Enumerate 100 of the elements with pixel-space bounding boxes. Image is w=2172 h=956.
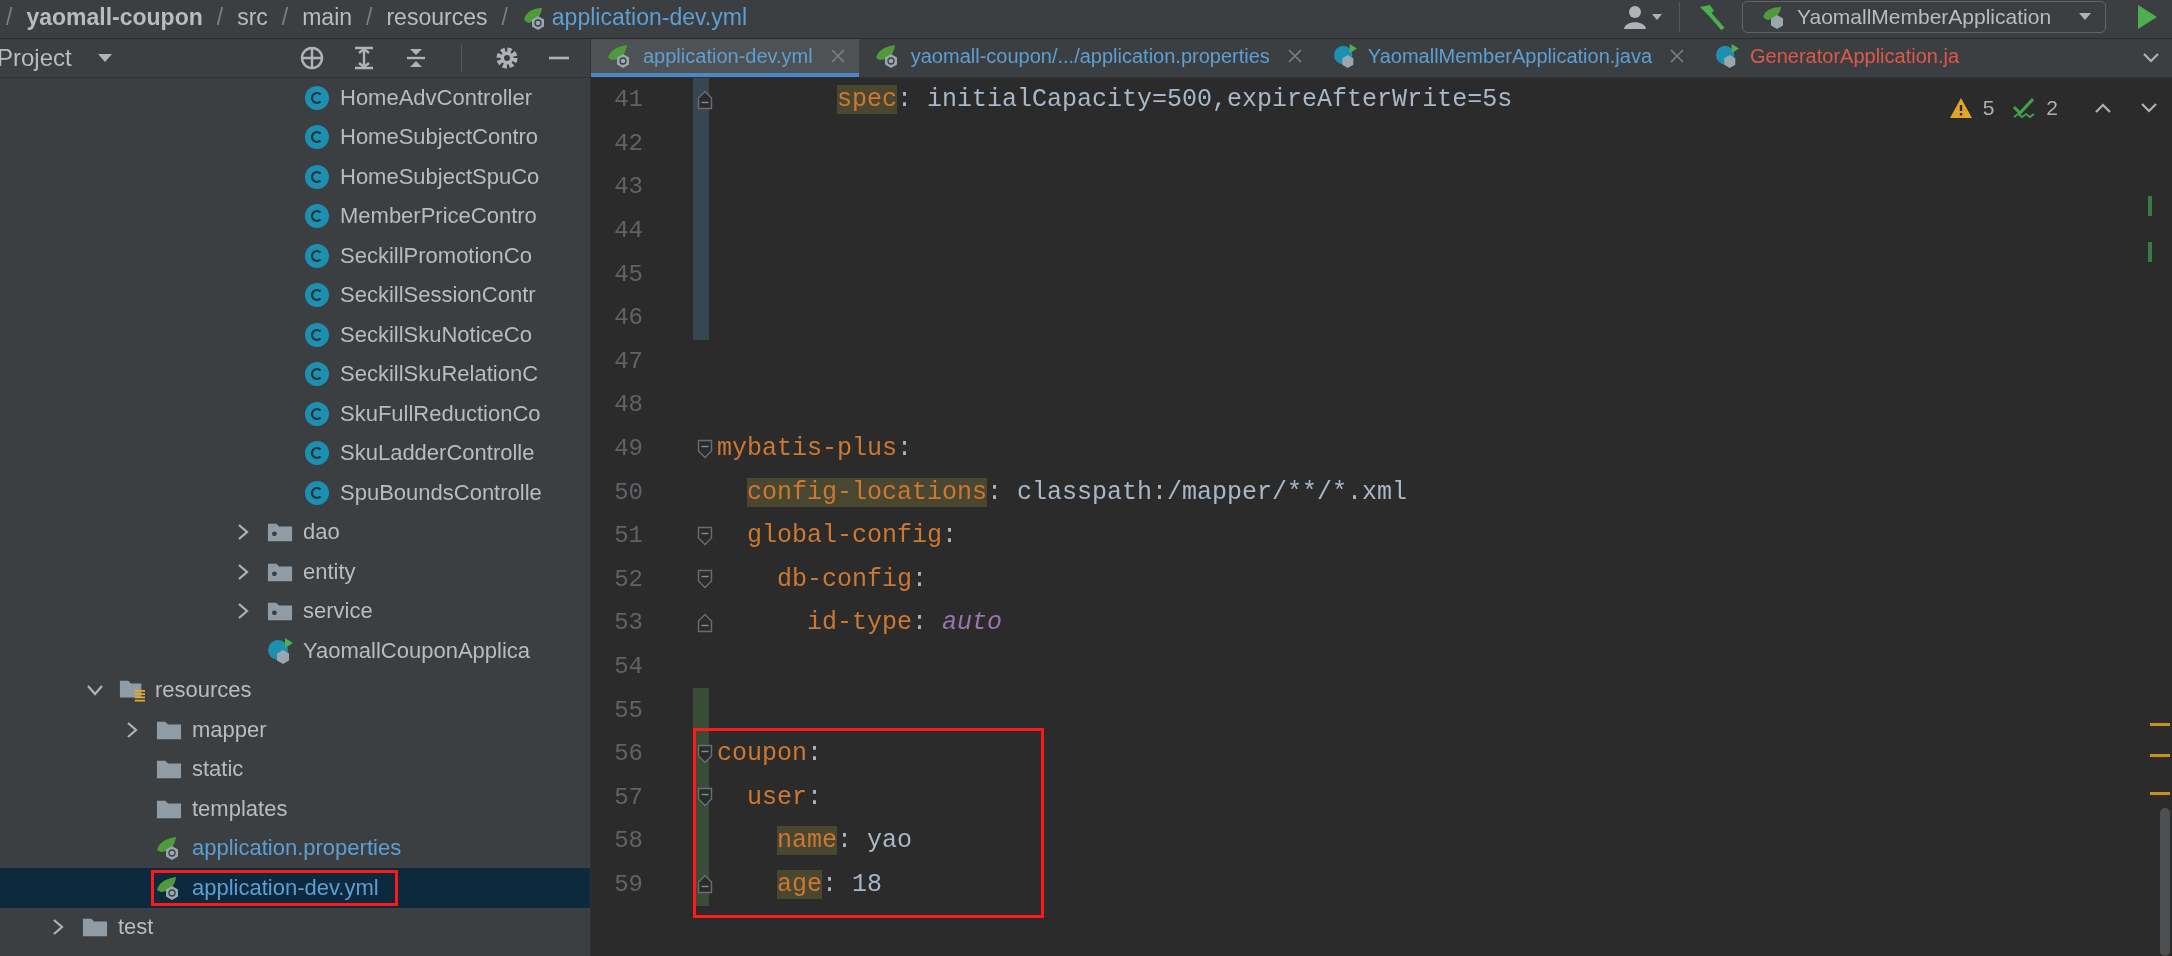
class-icon [304,321,330,348]
code-line: global-config: [747,521,958,551]
tree-item-label[interactable]: mapper [192,716,267,743]
line-number: 57 [613,783,643,811]
breadcrumb-item[interactable]: resources [386,4,488,31]
line-number: 56 [613,740,643,768]
tree-item-label[interactable]: SeckillSessionContr [340,282,536,309]
fold-marker-icon[interactable] [697,874,713,895]
code-line: user: [747,782,823,812]
close-icon[interactable] [1670,49,1685,63]
tree-item-label[interactable]: dao [303,519,340,546]
line-number: 58 [613,827,643,855]
user-icon[interactable] [1623,4,1663,30]
scroll-marker[interactable] [2150,723,2170,726]
tree-item-label[interactable]: HomeAdvController [340,84,532,111]
tree-item-label[interactable]: SkuFullReductionCo [340,400,541,427]
scroll-marker[interactable] [2148,196,2152,216]
caret-icon[interactable] [97,53,112,63]
tree-item-label[interactable]: YaomallCouponApplica [303,637,531,664]
tree-item-label[interactable]: entity [303,558,356,585]
scroll-marker[interactable] [2148,242,2152,262]
scrollbar-thumb[interactable] [2160,808,2170,956]
chevron-icon[interactable] [86,684,104,697]
chevron-down-icon[interactable] [2142,52,2160,64]
scroll-marker[interactable] [2150,754,2170,757]
run-configuration-dropdown[interactable]: YaomallMemberApplication [1742,1,2106,33]
close-icon[interactable] [1287,49,1302,63]
code-line: spec: initialCapacity=500,expireAfterWrite=5s [837,85,1513,115]
breadcrumb-item[interactable]: src [237,4,268,31]
tree-item-label[interactable]: test [118,914,154,941]
breadcrumb-separator: / [501,4,508,31]
tree-item-label[interactable]: static [192,756,244,783]
next-icon[interactable] [2140,102,2158,114]
breadcrumb-item[interactable]: application-dev.yml [551,4,747,31]
class-icon [304,242,330,269]
line-number: 54 [613,653,643,680]
breadcrumb-item[interactable]: yaomall-coupon [26,4,203,31]
spring-app-icon [267,637,293,664]
chevron-icon[interactable] [52,918,64,937]
class-icon [304,124,330,151]
check-icon[interactable] [2012,97,2037,119]
tree-item-label[interactable]: SeckillSkuNoticeCo [340,321,532,348]
tree-item-label[interactable]: application.properties [192,835,402,862]
check-count[interactable]: 2 [2046,96,2058,120]
editor-tab[interactable]: yaomall-coupon/.../application.properties [858,39,1316,77]
line-number: 44 [613,217,643,245]
line-number: 50 [613,478,643,506]
run-icon[interactable] [2136,4,2158,30]
chevron-icon[interactable] [126,720,138,739]
settings-icon[interactable] [494,45,520,71]
fold-marker-icon[interactable] [697,787,713,808]
breadcrumb-separator: / [366,4,373,31]
editor-tab[interactable]: GeneratorApplication.ja [1698,39,1974,77]
tree-item-label[interactable]: templates [192,795,288,822]
locate-icon[interactable] [299,45,325,71]
fold-marker-icon[interactable] [697,569,713,590]
tree-item-label[interactable]: HomeSubjectContro [340,124,539,151]
spring-app-icon [1714,44,1741,68]
class-icon [304,400,330,427]
code-line: coupon: [717,739,823,769]
code-line: id-type: auto [807,608,1003,638]
close-icon[interactable] [830,49,845,63]
editor-tab[interactable]: YaomallMemberApplication.java [1315,39,1699,77]
fold-marker-icon[interactable] [697,743,713,764]
line-number: 42 [613,129,643,157]
code-line: db-config: [777,564,928,594]
class-icon [304,84,330,111]
line-number: 46 [613,304,643,332]
line-number: 47 [613,347,643,375]
code-line: age: 18 [777,870,883,899]
line-number: 45 [613,260,643,288]
chevron-icon[interactable] [237,562,249,581]
breadcrumb-separator: / [281,4,289,31]
fold-marker-icon[interactable] [697,438,713,459]
line-number: 52 [613,565,643,593]
fold-marker-icon[interactable] [697,525,713,546]
scroll-marker[interactable] [2150,792,2170,795]
tree-item-label[interactable]: SpuBoundsControlle [340,479,542,506]
previous-icon[interactable] [2094,102,2112,114]
editor-tab[interactable]: application-dev.yml [591,39,859,77]
breadcrumb-separator: / [6,4,13,31]
tree-item-label[interactable]: HomeSubjectSpuCo [340,163,540,190]
line-number: 41 [613,86,643,114]
code-line: mybatis-plus: [717,434,913,464]
tree-item-label[interactable]: MemberPriceContro [340,203,537,230]
chevron-icon[interactable] [237,602,249,621]
tree-item-label[interactable]: SeckillSkuRelationC [340,361,539,388]
line-number: 51 [613,522,643,550]
warning-count[interactable]: 5 [1982,96,1995,120]
chevron-icon[interactable] [237,523,249,542]
fold-marker-icon[interactable] [697,89,713,110]
fold-marker-icon[interactable] [697,612,713,633]
tree-item-label[interactable]: SeckillPromotionCo [340,242,532,269]
change-marker [693,295,709,340]
warning-icon[interactable] [1948,97,1973,119]
line-number: 48 [613,391,643,419]
tree-item-label[interactable]: service [303,598,373,625]
tree-item-label[interactable]: resources [155,677,252,704]
breadcrumb-item[interactable]: main [302,4,353,31]
tree-item-label[interactable]: SkuLadderControlle [340,440,535,467]
